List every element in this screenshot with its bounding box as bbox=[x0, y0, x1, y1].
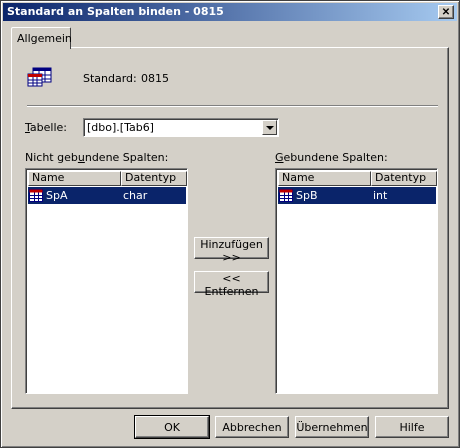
cancel-button[interactable]: Abbrechen bbox=[215, 416, 289, 438]
list-item[interactable]: SpB int bbox=[278, 187, 436, 204]
standard-value: 0815 bbox=[141, 72, 169, 85]
list-header: Name Datentyp bbox=[28, 171, 187, 186]
list-item-type: int bbox=[373, 189, 388, 202]
unbound-columns-caption: Nicht gebundene Spalten: bbox=[25, 151, 169, 164]
remove-column-button[interactable]: << Entfernen bbox=[194, 271, 269, 298]
default-object-icon bbox=[27, 67, 52, 87]
apply-button[interactable]: Übernehmen bbox=[295, 416, 369, 438]
unbound-columns-list[interactable]: Name Datentyp SpA char bbox=[25, 168, 188, 394]
list-item-name: SpB bbox=[296, 189, 318, 202]
column-icon bbox=[279, 189, 293, 202]
tab-label: Allgemein bbox=[17, 32, 72, 45]
column-header-type[interactable]: Datentyp bbox=[371, 171, 437, 186]
table-combobox[interactable]: [dbo].[Tab6] bbox=[83, 118, 279, 137]
close-button[interactable]: ✕ bbox=[438, 5, 454, 19]
table-combobox-value: [dbo].[Tab6] bbox=[87, 121, 154, 134]
close-icon: ✕ bbox=[441, 6, 451, 18]
title-bar[interactable]: Standard an Spalten binden - 0815 ✕ bbox=[3, 3, 457, 21]
bound-columns-caption: Gebundene Spalten: bbox=[275, 151, 388, 164]
column-header-type[interactable]: Datentyp bbox=[121, 171, 187, 186]
chevron-down-icon bbox=[266, 126, 274, 130]
window-title: Standard an Spalten binden - 0815 bbox=[7, 5, 224, 18]
list-item-name: SpA bbox=[46, 189, 68, 202]
column-icon bbox=[29, 189, 43, 202]
ok-button[interactable]: OK bbox=[134, 415, 210, 439]
add-column-button[interactable]: Hinzufügen >> bbox=[194, 237, 269, 264]
list-item[interactable]: SpA char bbox=[28, 187, 186, 204]
column-header-name[interactable]: Name bbox=[278, 171, 371, 186]
separator bbox=[27, 105, 438, 107]
table-label: Tabelle: bbox=[25, 121, 67, 134]
table-dropdown-button[interactable] bbox=[262, 120, 277, 135]
bound-columns-list[interactable]: Name Datentyp SpB int bbox=[275, 168, 438, 394]
standard-label: Standard: bbox=[83, 72, 137, 85]
tab-allgemein[interactable]: Allgemein bbox=[11, 27, 72, 49]
column-header-name[interactable]: Name bbox=[28, 171, 121, 186]
list-item-type: char bbox=[123, 189, 148, 202]
dialog-window: Standard an Spalten binden - 0815 ✕ Allg… bbox=[0, 0, 460, 448]
help-button[interactable]: Hilfe bbox=[375, 416, 449, 438]
list-header: Name Datentyp bbox=[278, 171, 437, 186]
